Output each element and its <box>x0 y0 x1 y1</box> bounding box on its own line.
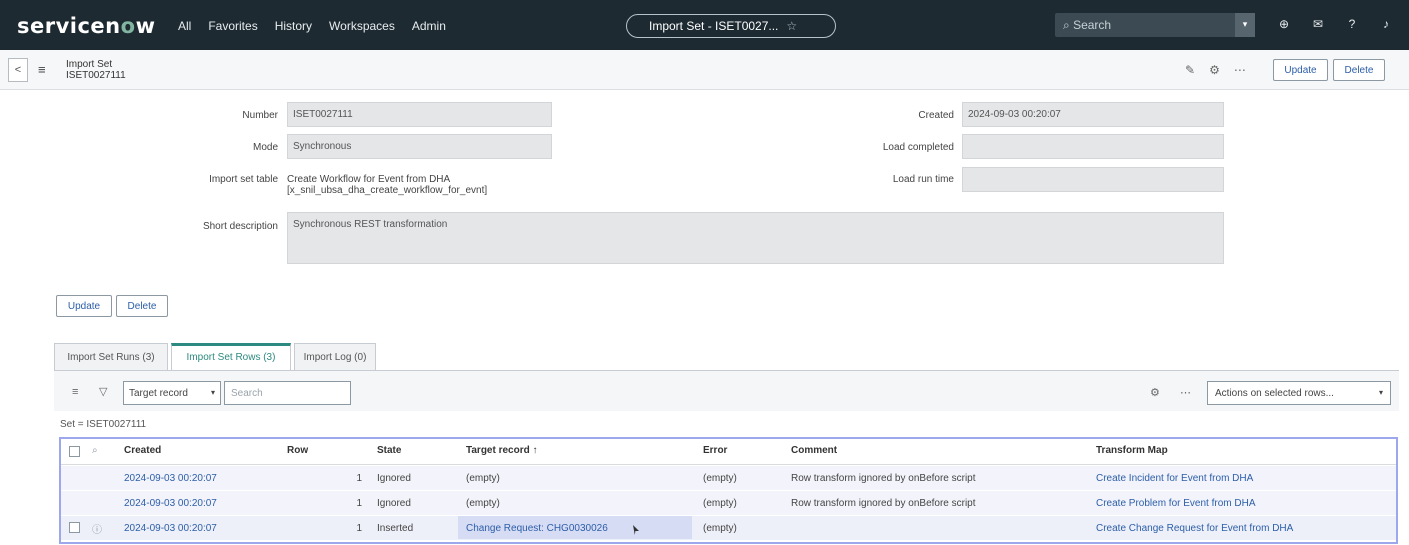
column-header-transform-map[interactable]: Transform Map <box>1096 445 1168 456</box>
tab-import-set-rows[interactable]: Import Set Rows (3) <box>171 343 291 370</box>
list-menu-icon[interactable]: ≡ <box>72 386 78 398</box>
load-run-time-label: Load run time <box>892 174 954 185</box>
bell-icon[interactable]: ♪ <box>1379 17 1393 31</box>
row-target-record-link[interactable]: Change Request: CHG0030026 <box>466 523 608 534</box>
row-number: 1 <box>356 498 362 509</box>
form-update-button[interactable]: Update <box>56 295 112 317</box>
help-icon[interactable]: ? <box>1345 17 1359 31</box>
nav-all[interactable]: All <box>178 19 191 33</box>
column-header-comment[interactable]: Comment <box>791 445 837 456</box>
row-target-record: (empty) <box>466 473 500 484</box>
row-created[interactable]: 2024-09-03 00:20:07 <box>124 498 217 509</box>
nav-links: All Favorites History Workspaces Admin <box>178 19 446 33</box>
chevron-down-icon: ▾ <box>1378 388 1383 397</box>
context-menu-icon[interactable]: ≡ <box>38 62 46 77</box>
nav-workspaces[interactable]: Workspaces <box>329 19 395 33</box>
row-created[interactable]: 2024-09-03 00:20:07 <box>124 473 217 484</box>
nav-icons: ⊕ ✉ ? ♪ <box>1277 17 1393 31</box>
created-label: Created <box>918 110 954 121</box>
created-field[interactable]: 2024-09-03 00:20:07 <box>962 102 1224 127</box>
row-created[interactable]: 2024-09-03 00:20:07 <box>124 523 217 534</box>
number-label: Number <box>242 110 278 121</box>
record-title-pill[interactable]: Import Set - ISET0027... ☆ <box>626 14 836 38</box>
header-update-button[interactable]: Update <box>1273 59 1328 81</box>
list-search-input[interactable]: Search <box>224 381 351 405</box>
row-error: (empty) <box>703 523 737 534</box>
breadcrumb[interactable]: Set = ISET0027111 <box>60 419 146 430</box>
global-search-input[interactable]: ⌕ Search ▾ <box>1055 13 1255 37</box>
info-icon[interactable]: ⓘ <box>92 521 102 536</box>
number-field[interactable]: ISET0027111 <box>287 102 552 127</box>
filter-icon[interactable]: ▽ <box>99 385 107 398</box>
load-completed-label: Load completed <box>882 142 954 153</box>
header-icons: ✎ ⚙ ⋯ <box>1185 63 1246 77</box>
mode-label: Mode <box>252 142 278 153</box>
column-header-created[interactable]: Created <box>124 445 161 456</box>
tab-import-log[interactable]: Import Log (0) <box>294 343 376 370</box>
header-delete-button[interactable]: Delete <box>1333 59 1385 81</box>
row-error: (empty) <box>703 498 737 509</box>
nav-favorites[interactable]: Favorites <box>208 19 257 33</box>
chat-icon[interactable]: ✉ <box>1311 17 1325 31</box>
row-transform-map[interactable]: Create Change Request for Event from DHA <box>1096 523 1293 534</box>
header-divider <box>61 464 1396 465</box>
list-more-icon[interactable]: ⋯ <box>1180 386 1191 399</box>
select-all-checkbox[interactable] <box>69 446 80 457</box>
chevron-down-icon: ▾ <box>210 388 215 397</box>
row-target-record: (empty) <box>466 498 500 509</box>
row-comment: Row transform ignored by onBefore script <box>791 473 976 484</box>
paperclip-icon[interactable]: ✎ <box>1185 63 1195 77</box>
column-header-target-record[interactable]: Target record ↑ <box>466 445 538 456</box>
row-transform-map[interactable]: Create Problem for Event from DHA <box>1096 498 1256 509</box>
row-state: Ignored <box>377 473 411 484</box>
back-button[interactable]: < <box>8 58 28 82</box>
column-header-state[interactable]: State <box>377 445 401 456</box>
load-completed-field[interactable] <box>962 134 1224 159</box>
search-icon[interactable]: ⌕ <box>92 445 98 456</box>
row-transform-map[interactable]: Create Incident for Event from DHA <box>1096 473 1253 484</box>
row-number: 1 <box>356 473 362 484</box>
nav-history[interactable]: History <box>275 19 312 33</box>
list-settings-icon[interactable]: ⚙ <box>1150 386 1160 399</box>
short-description-field[interactable]: Synchronous REST transformation <box>287 212 1224 264</box>
load-run-time-field[interactable] <box>962 167 1224 192</box>
form-header-bar: < ≡ Import Set ISET0027111 ✎ ⚙ ⋯ <box>0 50 1409 90</box>
search-scope-dropdown[interactable]: ▾ <box>1235 13 1255 37</box>
search-field-select[interactable]: Target record ▾ <box>123 381 221 405</box>
row-error: (empty) <box>703 473 737 484</box>
form-delete-button[interactable]: Delete <box>116 295 168 317</box>
search-icon: ⌕ <box>1063 18 1070 32</box>
row-comment: Row transform ignored by onBefore script <box>791 498 976 509</box>
record-title: Import Set ISET0027111 <box>66 59 126 81</box>
settings-icon[interactable]: ⚙ <box>1209 63 1220 77</box>
row-number: 1 <box>356 523 362 534</box>
star-icon[interactable]: ☆ <box>786 19 797 33</box>
mode-field[interactable]: Synchronous <box>287 134 552 159</box>
row-state: Inserted <box>377 523 414 534</box>
more-icon[interactable]: ⋯ <box>1234 63 1246 77</box>
short-description-label: Short description <box>202 221 278 232</box>
top-navigation-bar: servicenow All Favorites History Workspa… <box>0 0 1409 50</box>
globe-icon[interactable]: ⊕ <box>1277 17 1291 31</box>
column-header-row[interactable]: Row <box>287 445 308 456</box>
row-checkbox[interactable] <box>69 522 80 533</box>
servicenow-logo[interactable]: servicenow <box>17 14 155 38</box>
import-set-table-value[interactable]: Create Workflow for Event from DHA [x_sn… <box>287 174 487 196</box>
column-header-error[interactable]: Error <box>703 445 727 456</box>
actions-select[interactable]: Actions on selected rows... ▾ <box>1207 381 1391 405</box>
import-set-table-label: Import set table <box>209 174 278 185</box>
row-state: Ignored <box>377 498 411 509</box>
tab-import-set-runs[interactable]: Import Set Runs (3) <box>54 343 168 370</box>
nav-admin[interactable]: Admin <box>412 19 446 33</box>
